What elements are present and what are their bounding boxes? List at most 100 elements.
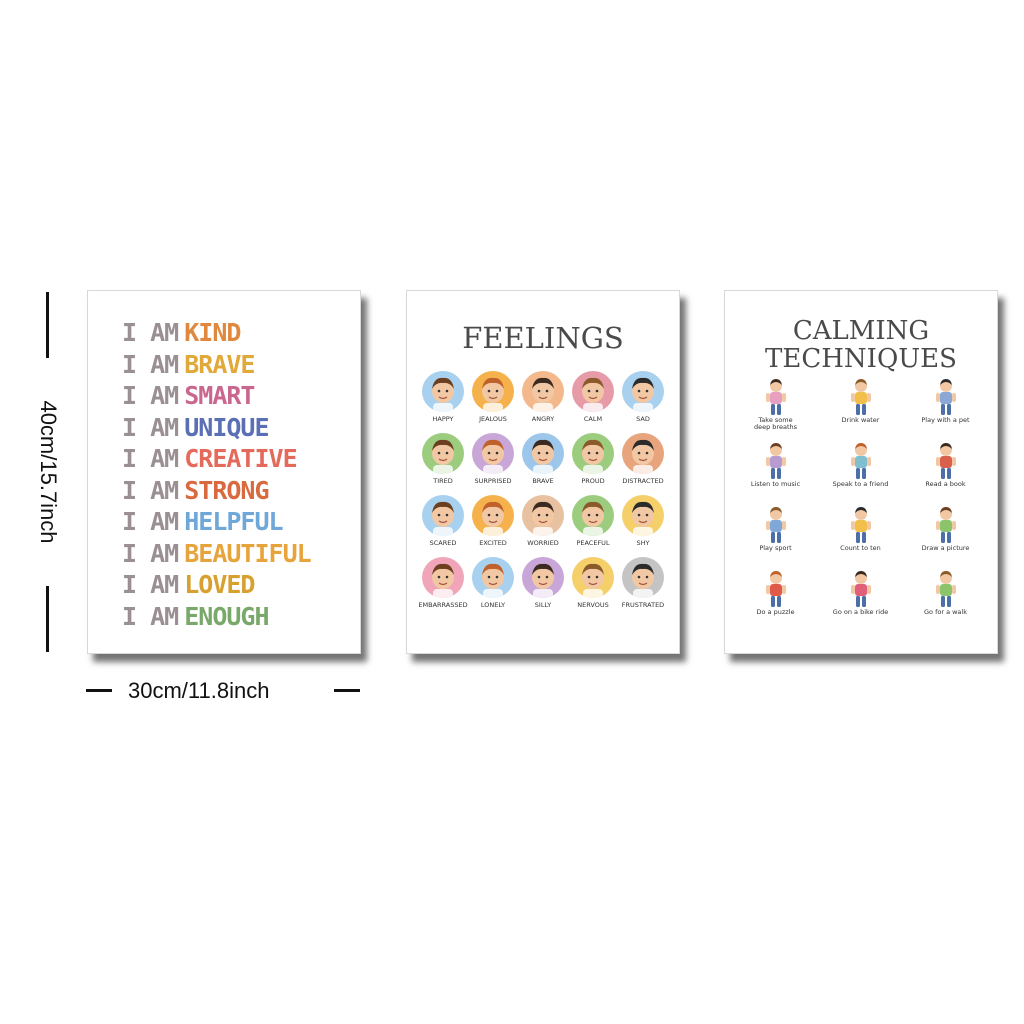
feeling-item: SURPRISED — [468, 433, 518, 485]
affirmation-line: I AM SMART — [122, 380, 311, 412]
feeling-item: CALM — [568, 371, 618, 423]
child-illustration-icon — [756, 441, 796, 481]
feeling-item: SCARED — [418, 495, 468, 547]
child-illustration-icon — [841, 441, 881, 481]
technique-label: Speak to a friend — [832, 480, 889, 488]
child-face-icon — [522, 371, 564, 412]
affirmation-lead: I AM — [122, 601, 179, 631]
technique-item: Draw a picture — [903, 505, 988, 563]
feeling-label: HAPPY — [432, 415, 454, 423]
technique-item: Take some deep breaths — [733, 377, 818, 435]
feeling-label: PROUD — [581, 477, 605, 485]
technique-item: Do a puzzle — [733, 569, 818, 627]
child-face-icon — [572, 557, 614, 598]
technique-label: Read a book — [925, 480, 966, 488]
technique-label: Play with a pet — [921, 416, 970, 424]
technique-label: Count to ten — [840, 544, 881, 552]
affirmation-word: ENOUGH — [184, 601, 269, 631]
affirmation-lead: I AM — [122, 444, 179, 473]
calming-title-line2: TECHNIQUES — [765, 344, 957, 374]
affirmation-lead: I AM — [122, 475, 179, 505]
child-illustration-icon — [841, 377, 881, 417]
child-face-icon — [622, 557, 664, 598]
child-face-icon — [422, 495, 464, 536]
feelings-grid: HAPPY JEALOUS ANGRY CALM SAD TIRED SURPRISED BR… — [418, 371, 668, 609]
affirmations-poster: I AM KIND I AM BRAVE I AM SMART I AM UNIQUE I AM… — [87, 290, 361, 654]
child-illustration-icon — [841, 569, 881, 609]
feeling-item: WORRIED — [518, 495, 568, 547]
affirmation-line: I AM LOVED — [122, 569, 311, 601]
affirmation-line: I AM STRONG — [122, 475, 311, 507]
technique-item: Play sport — [733, 505, 818, 563]
feeling-label: TIRED — [433, 477, 453, 485]
feeling-item: DISTRACTED — [618, 433, 668, 485]
technique-label: Do a puzzle — [756, 608, 795, 616]
child-illustration-icon — [926, 377, 966, 417]
affirmation-line: I AM CREATIVE — [122, 443, 311, 475]
affirmation-word: BEAUTIFUL — [184, 538, 311, 568]
feeling-label: CALM — [583, 415, 603, 423]
child-face-icon — [472, 557, 514, 598]
affirmation-word: KIND — [184, 318, 241, 347]
calming-grid: Take some deep breaths Drink water Play wi… — [733, 377, 989, 627]
child-illustration-icon — [926, 441, 966, 481]
technique-item: Go for a walk — [903, 569, 988, 627]
dimension-line-right — [334, 689, 360, 692]
feeling-label: LONELY — [480, 601, 506, 609]
child-face-icon — [622, 371, 664, 412]
feeling-item: NERVOUS — [568, 557, 618, 609]
feeling-label: NERVOUS — [577, 601, 609, 609]
feeling-label: SAD — [636, 415, 650, 423]
feeling-label: FRUSTRATED — [621, 601, 665, 609]
affirmation-line: I AM KIND — [122, 317, 311, 349]
technique-label: Play sport — [759, 544, 792, 552]
technique-item: Count to ten — [818, 505, 903, 563]
feeling-item: FRUSTRATED — [618, 557, 668, 609]
child-face-icon — [572, 371, 614, 412]
technique-label: Draw a picture — [921, 544, 970, 552]
technique-item: Listen to music — [733, 441, 818, 499]
child-face-icon — [572, 495, 614, 536]
feeling-item: TIRED — [418, 433, 468, 485]
affirmation-word: BRAVE — [184, 349, 255, 379]
affirmation-lead: I AM — [122, 507, 179, 536]
affirmation-lead: I AM — [122, 381, 179, 410]
feeling-item: ANGRY — [518, 371, 568, 423]
height-dimension: 40cm/15.7inch — [30, 292, 66, 652]
technique-label: Take some deep breaths — [753, 416, 797, 431]
child-illustration-icon — [926, 569, 966, 609]
child-face-icon — [472, 371, 514, 412]
feeling-label: BRAVE — [532, 477, 554, 485]
affirmation-lead: I AM — [122, 349, 179, 379]
child-face-icon — [572, 433, 614, 474]
technique-label: Go for a walk — [923, 608, 967, 616]
child-face-icon — [622, 433, 664, 474]
feeling-item: EXCITED — [468, 495, 518, 547]
feeling-label: EXCITED — [479, 539, 507, 547]
width-dimension: 30cm/11.8inch — [84, 676, 364, 706]
affirmation-word: STRONG — [184, 475, 269, 505]
child-illustration-icon — [756, 569, 796, 609]
dimension-line-left — [86, 689, 112, 692]
feelings-title: FEELINGS — [462, 321, 624, 355]
affirmation-list: I AM KIND I AM BRAVE I AM SMART I AM UNIQUE I AM… — [122, 317, 312, 633]
affirmation-line: I AM ENOUGH — [122, 601, 311, 633]
feeling-label: ANGRY — [531, 415, 555, 423]
child-illustration-icon — [756, 505, 796, 545]
technique-item: Read a book — [903, 441, 988, 499]
child-illustration-icon — [756, 377, 796, 417]
technique-item: Go on a bike ride — [818, 569, 903, 627]
feeling-label: WORRIED — [527, 539, 559, 547]
child-face-icon — [422, 433, 464, 474]
feeling-label: SHY — [636, 539, 650, 547]
feeling-label: SILLY — [534, 601, 552, 609]
affirmation-word: HELPFUL — [184, 507, 283, 536]
child-face-icon — [422, 557, 464, 598]
technique-item: Drink water — [818, 377, 903, 435]
feeling-label: PEACEFUL — [576, 539, 610, 547]
feeling-label: DISTRACTED — [622, 477, 664, 485]
feeling-item: EMBARRASSED — [418, 557, 468, 609]
affirmation-lead: I AM — [122, 318, 179, 347]
feeling-item: HAPPY — [418, 371, 468, 423]
calming-title-line1: CALMING — [792, 316, 930, 346]
